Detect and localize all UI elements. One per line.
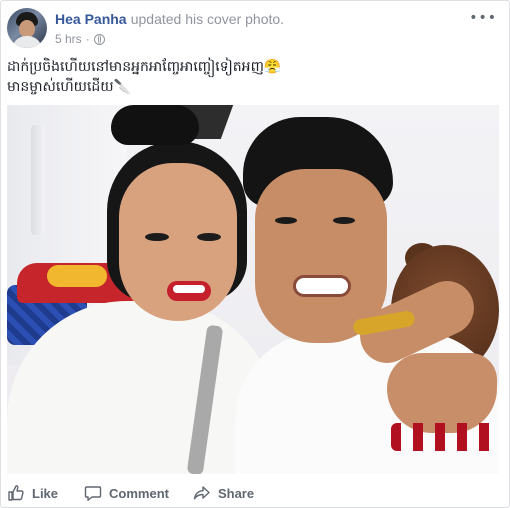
photo-lamp bbox=[31, 125, 45, 235]
share-label: Share bbox=[217, 485, 255, 501]
post-actions: Like Comment Share bbox=[7, 481, 503, 505]
post-header: Hea Panha updated his cover photo. 5 hrs… bbox=[7, 6, 503, 50]
globe-icon[interactable] bbox=[93, 33, 105, 45]
author-avatar[interactable] bbox=[7, 8, 47, 48]
author-line: Hea Panha updated his cover photo. bbox=[55, 11, 284, 28]
comment-icon bbox=[84, 486, 102, 501]
comment-label: Comment bbox=[109, 485, 169, 501]
share-icon bbox=[193, 486, 210, 500]
post-timestamp[interactable]: 5 hrs bbox=[55, 32, 82, 46]
cover-photo[interactable] bbox=[7, 105, 499, 474]
comment-button[interactable]: Comment bbox=[84, 484, 169, 502]
post-action-text: updated his cover photo. bbox=[130, 11, 285, 27]
photo-boy-eye-right bbox=[333, 217, 355, 224]
photo-boy-eye-left bbox=[275, 217, 297, 224]
photo-girl-teeth bbox=[173, 285, 205, 293]
avatar-shirt bbox=[12, 36, 42, 48]
like-button[interactable]: Like bbox=[7, 484, 58, 502]
photo-hand bbox=[387, 353, 497, 433]
post-caption: ដាក់ប្រចិងហើយនៅមានអ្នកអាញ្ចែអាញ្ចៀទៀតអញ😤… bbox=[7, 57, 501, 97]
caption-line-2: មានម្ចាស់ហើយដើយ🔪 bbox=[7, 79, 132, 95]
author-name-link[interactable]: Hea Panha bbox=[55, 11, 127, 27]
photo-girl-eye-right bbox=[197, 233, 221, 241]
post-meta: 5 hrs · bbox=[55, 32, 105, 46]
photo-yellow-toy bbox=[47, 265, 107, 287]
photo-girl-eye-left bbox=[145, 233, 169, 241]
meta-separator: · bbox=[85, 32, 90, 46]
photo-boy-mouth bbox=[293, 275, 351, 297]
photo-girl-bun bbox=[111, 105, 199, 145]
post-card: Hea Panha updated his cover photo. 5 hrs… bbox=[0, 0, 510, 508]
photo-red-nails bbox=[391, 423, 495, 451]
caption-line-1: ដាក់ប្រចិងហើយនៅមានអ្នកអាញ្ចែអាញ្ចៀទៀតអញ😤 bbox=[7, 59, 282, 75]
like-label: Like bbox=[32, 485, 59, 501]
share-button[interactable]: Share bbox=[193, 484, 254, 502]
more-icon[interactable]: ••• bbox=[469, 10, 497, 26]
like-icon bbox=[8, 485, 24, 501]
